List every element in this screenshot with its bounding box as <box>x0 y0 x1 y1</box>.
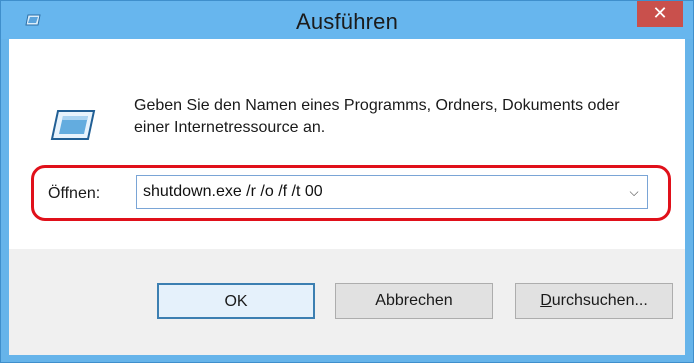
cancel-button[interactable]: Abbrechen <box>335 283 493 319</box>
chevron-down-icon[interactable]: ⌵ <box>625 181 643 203</box>
open-label: Öffnen: <box>48 185 101 202</box>
ok-button[interactable]: OK <box>157 283 315 319</box>
browse-label: urchsuchen... <box>551 292 648 309</box>
browse-accelerator: D <box>540 292 552 309</box>
description-text: Geben Sie den Namen eines Programms, Ord… <box>134 97 620 136</box>
content-area: Geben Sie den Namen eines Programms, Ord… <box>9 39 685 249</box>
run-dialog: Ausführen ✕ Geben Sie den Namen eines Pr… <box>0 0 694 363</box>
browse-button[interactable]: Durchsuchen... <box>515 283 673 319</box>
title-bar[interactable]: Ausführen ✕ <box>1 1 693 39</box>
open-row: Öffnen: shutdown.exe /r /o /f /t 00 ⌵ <box>31 165 677 223</box>
open-combobox[interactable]: shutdown.exe /r /o /f /t 00 ⌵ <box>136 175 648 209</box>
dialog-body: Geben Sie den Namen eines Programms, Ord… <box>9 39 685 355</box>
window-title: Ausführen <box>295 9 399 34</box>
open-input[interactable]: shutdown.exe /r /o /f /t 00 <box>143 183 323 201</box>
close-button[interactable]: ✕ <box>637 1 683 27</box>
run-icon <box>50 110 96 140</box>
